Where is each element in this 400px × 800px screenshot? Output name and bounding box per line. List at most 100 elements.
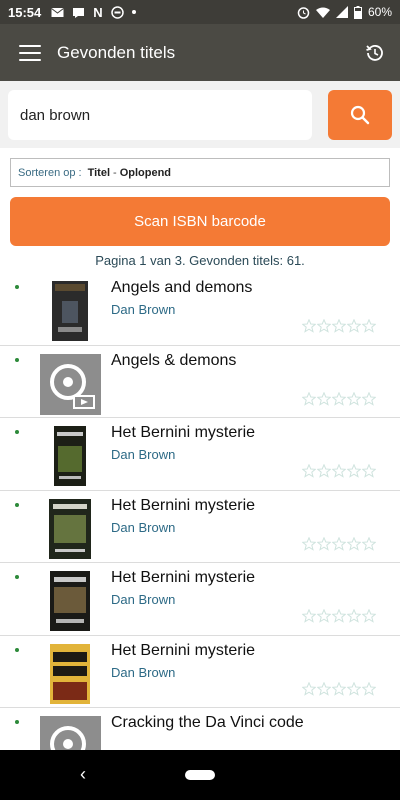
star-outline-icon [362, 464, 376, 478]
star-outline-icon [317, 319, 331, 333]
status-bar: 15:54 N 60% [0, 0, 400, 24]
scan-isbn-button[interactable]: Scan ISBN barcode [10, 197, 390, 246]
star-outline-icon [302, 609, 316, 623]
star-outline-icon [347, 391, 361, 406]
sort-field: Titel [87, 166, 111, 179]
result-title: Het Bernini mysterie [111, 641, 256, 659]
sort-order: Oplopend [119, 166, 172, 179]
list-item[interactable]: Angels and demons Dan Brown [0, 273, 400, 346]
search-button[interactable] [328, 90, 392, 140]
star-outline-icon [347, 609, 361, 623]
alarm-icon [297, 6, 310, 19]
star-outline-icon [347, 536, 361, 551]
star-outline-icon [302, 536, 316, 551]
list-item[interactable]: Het Bernini mysterie Dan Brown [0, 563, 400, 636]
page-title: Gevonden titels [57, 42, 176, 62]
result-title: Cracking the Da Vinci code [111, 714, 304, 731]
result-title: Het Bernini mysterie [111, 424, 256, 441]
search-input[interactable]: dan brown [8, 90, 312, 140]
result-author[interactable]: Dan Brown [111, 665, 175, 680]
availability-dot [15, 357, 19, 362]
star-outline-icon [317, 464, 331, 478]
rating-stars [302, 464, 377, 478]
book-cover [49, 498, 91, 559]
availability-dot [15, 575, 19, 579]
star-outline-icon [362, 391, 376, 406]
home-pill[interactable] [185, 770, 215, 780]
list-item[interactable]: Het Bernini mysterie Dan Brown [0, 491, 400, 563]
star-outline-icon [362, 609, 376, 623]
star-outline-icon [347, 681, 361, 696]
star-outline-icon [302, 681, 316, 696]
star-outline-icon [362, 319, 376, 333]
star-outline-icon [317, 391, 331, 406]
star-outline-icon [332, 391, 346, 406]
star-outline-icon [332, 609, 346, 623]
search-icon [350, 105, 370, 125]
star-outline-icon [302, 319, 316, 333]
history-icon[interactable] [364, 42, 386, 64]
star-outline-icon [332, 464, 346, 478]
pagination-info: Pagina 1 van 3. Gevonden titels: 61. [95, 253, 305, 268]
availability-dot [15, 647, 19, 652]
star-outline-icon [347, 319, 361, 333]
star-outline-icon [317, 681, 331, 696]
system-navigation-bar: ‹ [0, 750, 400, 800]
sort-separator: - [113, 166, 117, 179]
list-item[interactable]: Het Bernini mysterie Dan Brown [0, 636, 400, 708]
result-author[interactable]: Dan Brown [111, 302, 175, 317]
chat-icon [73, 7, 85, 18]
list-item[interactable]: Cracking the Da Vinci code [0, 708, 400, 750]
dot-icon [131, 10, 136, 14]
list-item[interactable]: Het Bernini mysterie Dan Brown [0, 418, 400, 491]
star-outline-icon [347, 464, 361, 478]
wifi-icon [315, 7, 330, 18]
availability-dot [15, 430, 19, 434]
notification-icons: N [51, 4, 136, 20]
book-cover [54, 426, 86, 486]
star-outline-icon [317, 536, 331, 551]
result-author[interactable]: Dan Brown [111, 520, 175, 535]
availability-dot [15, 720, 19, 724]
sort-selector[interactable]: Sorteren op : Titel - Oplopend [10, 158, 390, 187]
video-disc-placeholder [40, 716, 101, 750]
star-outline-icon [332, 319, 346, 333]
sort-label: Sorteren op : [18, 166, 82, 179]
back-icon[interactable]: ‹ [80, 764, 86, 785]
star-outline-icon [332, 536, 346, 551]
result-title: Het Bernini mysterie [111, 496, 256, 514]
battery-percentage: 60% [367, 5, 392, 19]
availability-dot [15, 502, 19, 507]
results-list: Angels and demons Dan Brown Angels & dem… [0, 273, 400, 750]
result-author[interactable]: Dan Brown [111, 447, 175, 462]
signal-icon [335, 6, 348, 18]
star-outline-icon [362, 681, 376, 696]
availability-dot [15, 285, 19, 289]
book-cover [50, 571, 90, 631]
search-area: dan brown [0, 81, 400, 148]
list-item[interactable]: Angels & demons [0, 346, 400, 418]
result-author[interactable]: Dan Brown [111, 592, 175, 607]
netflix-icon: N [93, 4, 103, 20]
star-outline-icon [302, 464, 316, 478]
dot-circle-icon [110, 5, 124, 19]
video-disc-placeholder [40, 353, 101, 415]
status-time: 15:54 [8, 4, 42, 20]
rating-stars [302, 536, 377, 551]
battery-icon [353, 5, 362, 19]
result-title: Angels and demons [111, 279, 253, 296]
star-outline-icon [362, 536, 376, 551]
rating-stars [302, 681, 377, 696]
star-outline-icon [317, 609, 331, 623]
result-title: Angels & demons [111, 351, 237, 369]
rating-stars [302, 391, 377, 406]
mail-icon [51, 7, 65, 17]
star-outline-icon [302, 391, 316, 406]
star-outline-icon [332, 681, 346, 696]
rating-stars [302, 609, 377, 623]
book-cover [50, 643, 90, 704]
app-bar: Gevonden titels [0, 24, 400, 81]
menu-icon[interactable] [19, 44, 41, 61]
rating-stars [302, 319, 377, 333]
result-title: Het Bernini mysterie [111, 569, 256, 586]
